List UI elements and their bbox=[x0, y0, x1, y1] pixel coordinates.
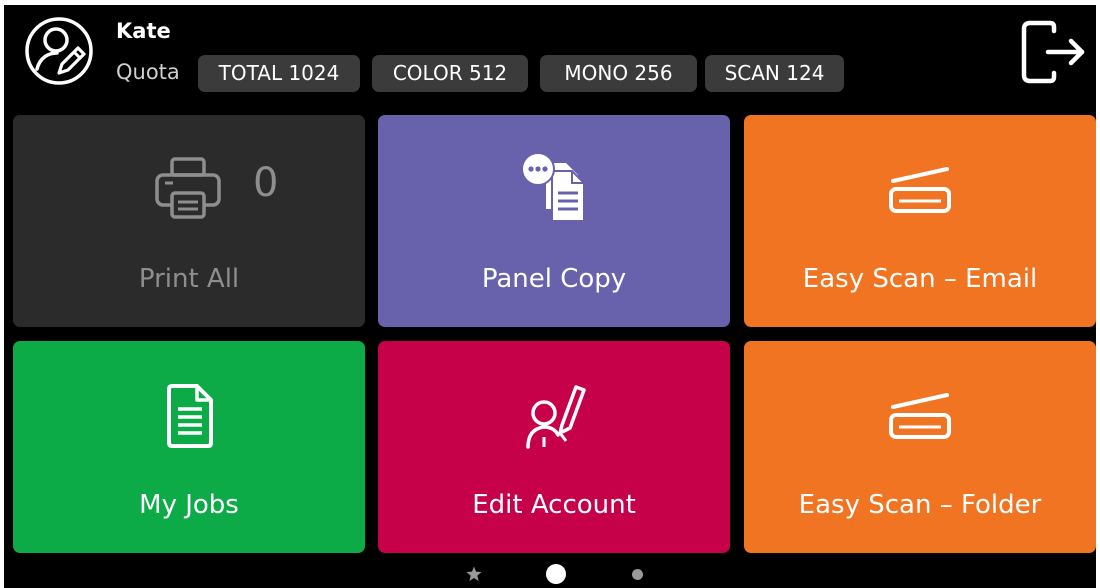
quota-label: Quota bbox=[116, 60, 180, 84]
tile-easy-scan-email[interactable]: Easy Scan – Email bbox=[744, 115, 1096, 327]
tile-label: Panel Copy bbox=[481, 264, 627, 294]
tile-label: Edit Account bbox=[472, 490, 636, 520]
terminal-screen: Kate Quota TOTAL 1024 COLOR 512 MONO 256… bbox=[4, 5, 1096, 588]
user-name: Kate bbox=[116, 19, 171, 43]
scanner-icon bbox=[889, 393, 951, 439]
document-icon bbox=[167, 384, 213, 448]
tile-panel-copy[interactable]: Panel Copy bbox=[378, 115, 730, 327]
page-indicator[interactable] bbox=[632, 569, 643, 580]
tile-easy-scan-folder[interactable]: Easy Scan – Folder bbox=[744, 341, 1096, 553]
quota-scan-badge: SCAN 124 bbox=[705, 55, 844, 92]
tile-label: Easy Scan – Email bbox=[802, 264, 1038, 294]
page-indicator-active[interactable] bbox=[546, 564, 566, 584]
quota-total-badge: TOTAL 1024 bbox=[198, 55, 360, 92]
tile-label: Print All bbox=[138, 264, 240, 294]
copy-documents-icon bbox=[521, 152, 585, 222]
tile-print-all[interactable]: 0 Print All bbox=[13, 115, 365, 327]
tile-label: My Jobs bbox=[139, 490, 239, 520]
user-edit-icon[interactable] bbox=[23, 15, 95, 87]
tile-edit-account[interactable]: Edit Account bbox=[378, 341, 730, 553]
printer-icon bbox=[155, 157, 221, 219]
tile-label: Easy Scan – Folder bbox=[798, 490, 1042, 520]
scanner-icon bbox=[889, 167, 951, 213]
quota-color-badge: COLOR 512 bbox=[372, 55, 528, 92]
logout-icon[interactable] bbox=[1018, 19, 1088, 85]
print-job-count: 0 bbox=[253, 160, 279, 206]
tile-my-jobs[interactable]: My Jobs bbox=[13, 341, 365, 553]
star-icon[interactable] bbox=[466, 566, 482, 582]
user-pen-icon bbox=[526, 385, 586, 449]
quota-mono-badge: MONO 256 bbox=[540, 55, 697, 92]
